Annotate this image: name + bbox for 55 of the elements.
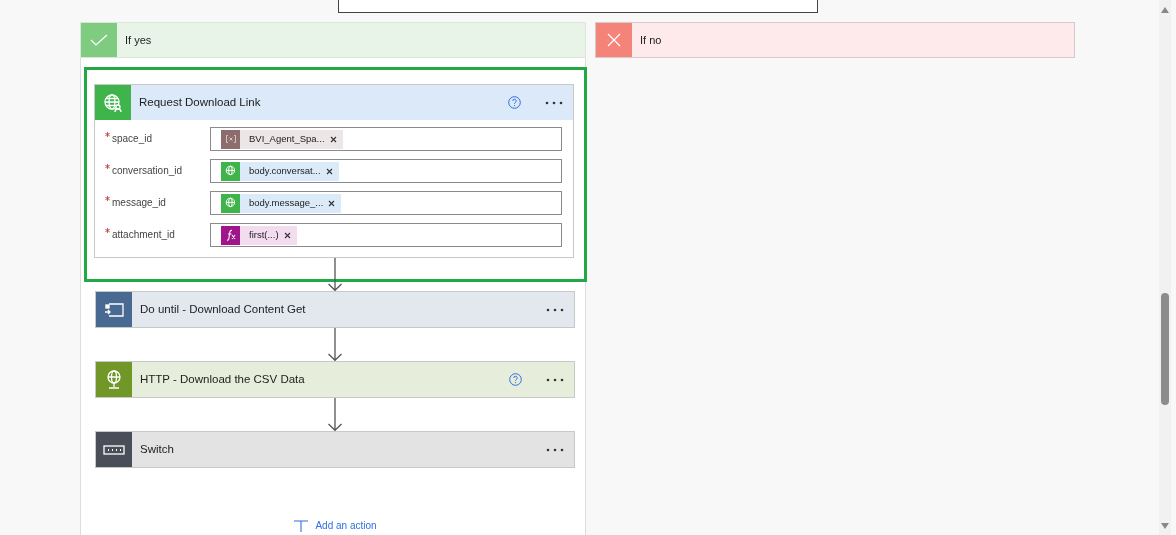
check-icon bbox=[90, 34, 108, 46]
switch-icon bbox=[103, 444, 125, 455]
scrollbar[interactable] bbox=[1159, 0, 1171, 535]
input-field[interactable]: body.message_... bbox=[210, 191, 562, 215]
more-options-icon[interactable] bbox=[546, 447, 564, 452]
function-icon bbox=[221, 225, 240, 245]
add-action-link[interactable]: Add an action bbox=[315, 518, 377, 533]
help-icon[interactable] bbox=[509, 373, 522, 386]
field-label: attachment_id bbox=[112, 228, 175, 242]
add-action-icon bbox=[293, 519, 310, 532]
token-text: BVI_Agent_Spa... bbox=[249, 131, 325, 146]
connector-arrow bbox=[327, 328, 343, 361]
input-field[interactable]: body.conversat... bbox=[210, 159, 562, 183]
remove-icon[interactable] bbox=[283, 231, 291, 239]
globe-user-icon bbox=[221, 193, 240, 213]
action-header[interactable]: Switch bbox=[96, 432, 574, 467]
token-text: body.conversat... bbox=[249, 163, 321, 178]
branch-label: If no bbox=[640, 32, 662, 48]
more-options-icon[interactable] bbox=[546, 307, 564, 312]
remove-icon[interactable] bbox=[325, 167, 333, 175]
action-title: HTTP - Download the CSV Data bbox=[140, 371, 306, 387]
action-title: Request Download Link bbox=[139, 94, 262, 110]
action-header[interactable]: Request Download Link bbox=[95, 85, 573, 120]
token-text: first(...) bbox=[249, 227, 279, 242]
globe-user-icon bbox=[103, 92, 123, 113]
token-chip[interactable]: body.message_... bbox=[221, 193, 342, 213]
action-title: Do until - Download Content Get bbox=[140, 301, 307, 317]
connector-arrow bbox=[327, 398, 343, 431]
globe-user-icon bbox=[221, 161, 240, 181]
loop-icon bbox=[104, 302, 124, 317]
connector-arrow bbox=[327, 258, 343, 291]
action-header[interactable]: Do until - Download Content Get bbox=[96, 292, 574, 327]
variable-icon bbox=[221, 129, 240, 149]
token-chip[interactable]: first(...) bbox=[221, 225, 297, 245]
remove-icon[interactable] bbox=[329, 135, 337, 143]
token-text: body.message_... bbox=[249, 195, 324, 210]
token-chip[interactable]: BVI_Agent_Spa... bbox=[221, 129, 343, 149]
scroll-down-icon[interactable] bbox=[1161, 523, 1169, 529]
scrollbar-thumb[interactable] bbox=[1161, 293, 1169, 405]
action-header[interactable]: HTTP - Download the CSV Data bbox=[96, 362, 574, 397]
more-options-icon[interactable] bbox=[545, 100, 563, 105]
field-label: conversation_id bbox=[112, 164, 183, 178]
globe-icon bbox=[106, 369, 122, 390]
field-label: message_id bbox=[112, 196, 166, 210]
help-icon[interactable] bbox=[508, 96, 521, 109]
scroll-up-icon[interactable] bbox=[1161, 7, 1169, 13]
input-field[interactable]: BVI_Agent_Spa... bbox=[210, 127, 562, 151]
token-chip[interactable]: body.conversat... bbox=[221, 161, 339, 181]
close-icon bbox=[607, 33, 621, 47]
branch-label: If yes bbox=[125, 32, 152, 48]
field-label: space_id bbox=[112, 132, 153, 146]
action-title: Switch bbox=[140, 441, 175, 457]
remove-icon[interactable] bbox=[328, 199, 336, 207]
input-field[interactable]: first(...) bbox=[210, 223, 562, 247]
more-options-icon[interactable] bbox=[546, 377, 564, 382]
